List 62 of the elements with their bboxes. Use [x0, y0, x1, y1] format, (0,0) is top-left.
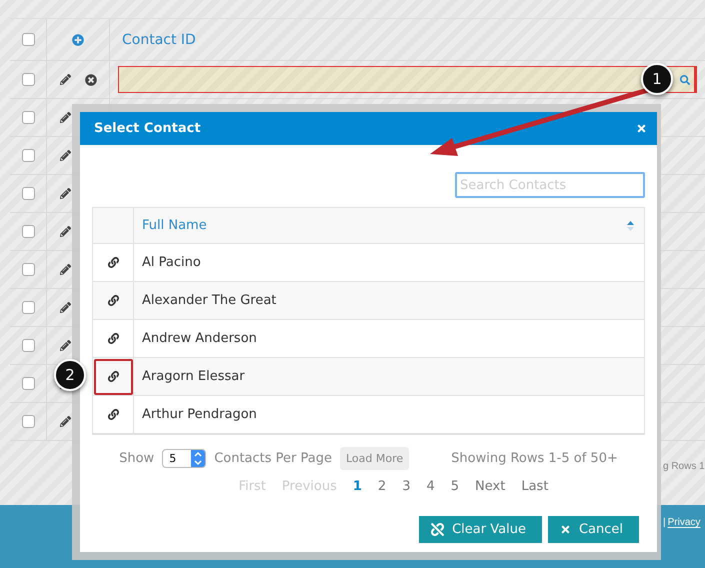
unlink-icon: [431, 523, 444, 536]
checkbox[interactable]: [22, 415, 34, 428]
edit-icon[interactable]: [60, 226, 70, 237]
clear-value-button[interactable]: Clear Value: [419, 516, 542, 543]
close-icon: [560, 524, 571, 535]
contact-name: Andrew Anderson: [142, 331, 257, 346]
edit-icon[interactable]: [60, 150, 70, 161]
checkbox[interactable]: [22, 33, 34, 46]
link-icon: [108, 257, 118, 268]
link-icon: [108, 295, 118, 306]
checkbox[interactable]: [22, 73, 34, 86]
privacy-link[interactable]: Privacy: [668, 517, 700, 568]
page-link[interactable]: 5: [450, 479, 460, 494]
search-icon[interactable]: [680, 74, 690, 84]
column-header[interactable]: Full Name: [142, 218, 207, 233]
sort-icon[interactable]: [627, 220, 634, 230]
contact-name: Alexander The Great: [142, 293, 276, 308]
checkbox[interactable]: [22, 263, 34, 276]
edit-icon[interactable]: [60, 302, 70, 313]
per-page-label: Contacts Per Page: [214, 451, 332, 466]
link-icon: [108, 371, 118, 382]
page-link[interactable]: 1: [352, 479, 362, 494]
checkbox[interactable]: [22, 149, 34, 162]
add-icon[interactable]: [72, 34, 84, 46]
page-link[interactable]: Next: [475, 479, 506, 494]
edit-icon[interactable]: [60, 188, 70, 199]
edit-icon[interactable]: [60, 264, 70, 275]
edit-icon[interactable]: [60, 112, 70, 123]
status-text: g Rows 1: [663, 461, 705, 472]
edit-icon[interactable]: [60, 74, 70, 85]
input-field[interactable]: [118, 66, 697, 93]
separator-text: |: [663, 517, 666, 530]
link-button[interactable]: [94, 358, 132, 394]
step-badge: 1: [641, 63, 673, 95]
link-icon: [108, 409, 118, 420]
page-link[interactable]: 3: [402, 479, 410, 494]
checkbox[interactable]: [22, 111, 34, 124]
column-header[interactable]: Contact ID: [118, 32, 196, 48]
contact-name: Aragorn Elessar: [142, 369, 245, 384]
stepper-icon[interactable]: [191, 450, 206, 467]
contact-name: Arthur Pendragon: [142, 407, 257, 422]
cancel-button[interactable]: Cancel: [548, 516, 639, 543]
edit-icon[interactable]: [60, 416, 70, 427]
checkbox[interactable]: [22, 339, 34, 352]
edit-icon[interactable]: [60, 340, 70, 351]
show-label: Show: [119, 451, 154, 466]
checkbox[interactable]: [22, 377, 34, 390]
per-page-select[interactable]: 5: [162, 449, 206, 468]
checkbox[interactable]: [22, 187, 34, 200]
page-link[interactable]: 4: [426, 479, 435, 494]
rows-summary: Showing Rows 1-5 of 50+: [451, 451, 618, 466]
link-icon: [108, 333, 118, 344]
checkbox[interactable]: [22, 301, 34, 314]
step-badge: 2: [54, 359, 86, 391]
close-icon[interactable]: [636, 123, 647, 134]
dialog-title: Select Contact: [94, 121, 201, 136]
contact-name: Al Pacino: [142, 255, 201, 270]
checkbox[interactable]: [22, 225, 34, 238]
page-link[interactable]: Last: [521, 479, 548, 494]
page-link[interactable]: 2: [378, 479, 386, 494]
load-more-button[interactable]: Load More: [340, 447, 410, 470]
delete-icon[interactable]: [84, 74, 96, 86]
